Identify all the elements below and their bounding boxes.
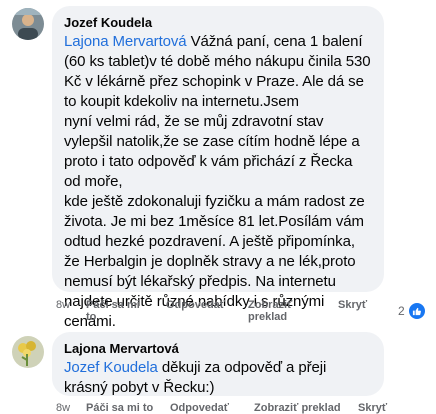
timestamp[interactable]: 8w: [56, 299, 70, 311]
comment-author[interactable]: Lajona Mervartová: [64, 340, 372, 357]
like-button[interactable]: Páči sa mi to: [86, 299, 140, 323]
translate-button[interactable]: Zobraziť preklad: [254, 402, 341, 414]
comment-bubble: Jozef Koudela Lajona Mervartová Vážná pa…: [52, 6, 384, 330]
avatar-lajona-mervartova[interactable]: [12, 336, 44, 368]
comment-author[interactable]: Jozef Koudela: [64, 14, 372, 31]
avatar-jozef-koudela[interactable]: [12, 8, 44, 40]
comment-text: Lajona Mervartová Vážná paní, cena 1 bal…: [64, 32, 372, 332]
reply-button[interactable]: Odpovedať: [166, 299, 225, 311]
translate-label-1: Zobraziť: [248, 299, 293, 311]
mention-link[interactable]: Jozef Koudela: [64, 359, 158, 376]
reaction-summary[interactable]: 2: [398, 302, 426, 320]
like-label-2: to: [86, 311, 97, 323]
thumbs-up-glyph: [413, 307, 422, 315]
mention-link[interactable]: Lajona Mervartová: [64, 33, 187, 50]
like-button[interactable]: Páči sa mi to: [86, 402, 153, 414]
translate-label-2: preklad: [248, 311, 288, 323]
hide-button[interactable]: Skryť: [338, 299, 367, 311]
comment-text: Jozef Koudela děkuji za odpověď a přeji …: [64, 358, 372, 398]
profile-photo: [12, 336, 44, 368]
hide-button[interactable]: Skryť: [358, 402, 387, 414]
comment-actions: 8w Páči sa mi to Odpovedať Zobraziť prek…: [56, 299, 386, 325]
profile-photo: [12, 8, 44, 40]
reply-button[interactable]: Odpovedať: [170, 402, 229, 414]
like-icon: [407, 302, 426, 320]
like-label-1: Páči sa mi: [86, 299, 140, 311]
translate-button[interactable]: Zobraziť preklad: [248, 299, 292, 323]
comment-actions: 8w Páči sa mi to Odpovedať Zobraziť prek…: [56, 402, 387, 414]
reaction-count: 2: [398, 304, 405, 318]
comment-bubble: Lajona Mervartová Jozef Koudela děkuji z…: [52, 332, 384, 396]
timestamp[interactable]: 8w: [56, 402, 70, 414]
comment-body: Vážná paní, cena 1 balení (60 ks tablet)…: [64, 33, 371, 330]
